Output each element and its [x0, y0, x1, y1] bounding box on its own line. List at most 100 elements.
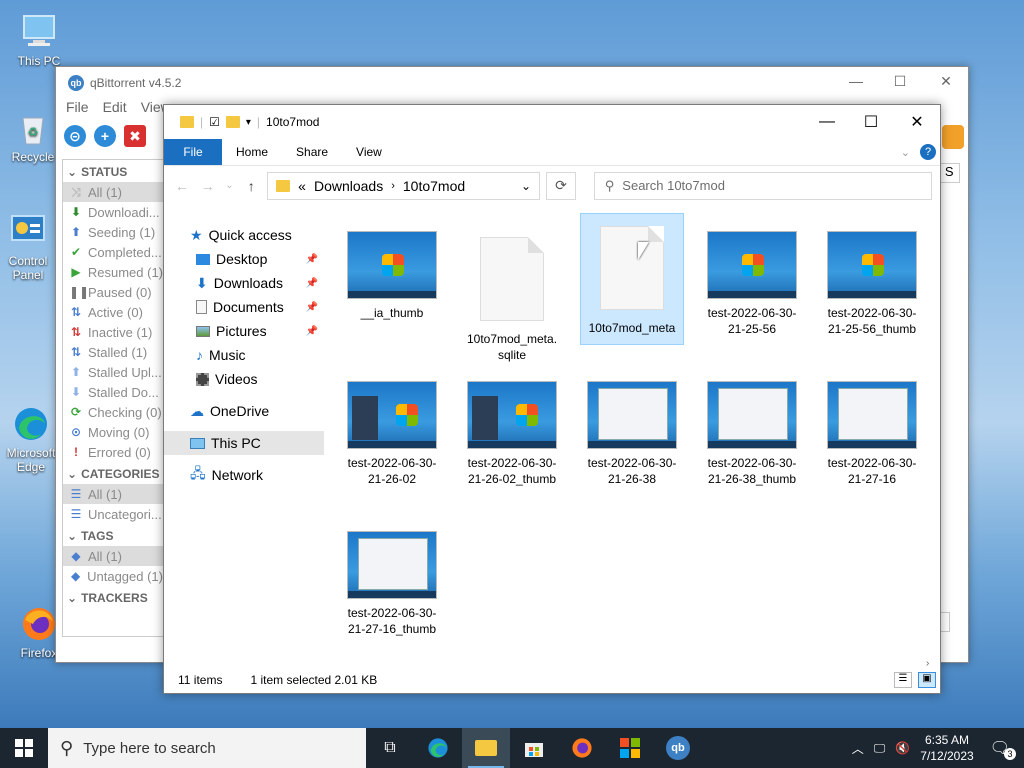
maximize-icon[interactable]: ☐ — [848, 105, 894, 139]
up-arrow-icon[interactable]: ↑ — [241, 178, 261, 194]
nav-quick-access[interactable]: ★ Quick access — [164, 223, 324, 247]
nav-network[interactable]: 🖧 Network — [164, 463, 324, 487]
taskbar-qbittorrent-icon[interactable]: qb — [654, 728, 702, 768]
status-filter-item[interactable]: ▶ Resumed (1) — [63, 262, 163, 282]
nav-onedrive[interactable]: ☁ OneDrive — [164, 399, 324, 423]
tab-home[interactable]: Home — [222, 139, 282, 165]
new-folder-icon[interactable] — [225, 116, 240, 128]
nav-videos[interactable]: Videos — [164, 367, 324, 391]
nav-pictures[interactable]: Pictures 📌 — [164, 319, 324, 343]
tags-section-header[interactable]: ⌄ TAGS — [63, 524, 163, 546]
categories-section-header[interactable]: ⌄ CATEGORIES — [63, 462, 163, 484]
status-filter-item[interactable]: ⇅ Stalled (1) — [63, 342, 163, 362]
status-filter-item[interactable]: ⬆ Stalled Upl... — [63, 362, 163, 382]
file-item[interactable]: 10to7mod_meta — [580, 213, 684, 345]
taskbar-file-explorer-icon[interactable] — [462, 728, 510, 768]
taskbar-store-icon[interactable] — [510, 728, 558, 768]
desktop-icon-edge[interactable]: Microsoft Edge — [2, 404, 60, 474]
status-filter-item[interactable]: ⬆ Seeding (1) — [63, 222, 163, 242]
refresh-icon[interactable]: ⟳ — [546, 171, 576, 200]
search-box[interactable]: ⚲ Search 10to7mod — [593, 171, 932, 200]
breadcrumb-overflow[interactable]: « — [298, 178, 306, 194]
close-icon[interactable]: ✕ — [926, 73, 966, 90]
breadcrumb-downloads[interactable]: Downloads — [314, 178, 383, 194]
status-filter-item[interactable]: ⟳ Checking (0) — [63, 402, 163, 422]
taskbar-search-box[interactable]: ⚲ Type here to search — [48, 728, 366, 768]
vertical-scrollbar[interactable]: › — [924, 213, 940, 669]
add-link-icon[interactable]: ⊝ — [64, 125, 86, 147]
windows-logo-icon — [15, 739, 33, 757]
add-torrent-icon[interactable]: + — [94, 125, 116, 147]
status-filter-item[interactable]: ⬇ Downloadi... — [63, 202, 163, 222]
status-filter-item[interactable]: ⬇ Stalled Do... — [63, 382, 163, 402]
status-filter-item[interactable]: ⊙ Moving (0) — [63, 422, 163, 442]
maximize-icon[interactable]: ☐ — [880, 73, 920, 90]
status-filter-item[interactable]: ⇅ Active (0) — [63, 302, 163, 322]
address-bar[interactable]: « Downloads › 10to7mod ⌄ — [267, 171, 541, 200]
category-uncategorized[interactable]: ☰ Uncategori... — [63, 504, 163, 524]
volume-muted-icon[interactable]: 🔇 — [895, 741, 910, 755]
delete-icon[interactable]: ✖ — [124, 125, 146, 147]
address-dropdown-icon[interactable]: ⌄ — [521, 179, 531, 193]
file-item[interactable]: __ia_thumb — [340, 213, 444, 321]
expand-ribbon-icon[interactable]: ⌄ — [901, 146, 920, 159]
qbittorrent-titlebar[interactable]: qb qBittorrent v4.5.2 — [56, 67, 968, 99]
clock[interactable]: 6:35 AM 7/12/2023 — [920, 732, 973, 764]
nav-desktop[interactable]: Desktop 📌 — [164, 247, 324, 271]
tab-file[interactable]: File — [164, 139, 222, 165]
status-filter-item[interactable]: ⤨ All (1) — [63, 182, 163, 202]
notifications-icon[interactable]: 🗨 3 — [984, 738, 1016, 760]
file-item[interactable]: test-2022-06-30-21-27-16 — [820, 363, 924, 487]
nav-music[interactable]: ♪ Music — [164, 343, 324, 367]
file-item[interactable]: test-2022-06-30-21-26-02 — [340, 363, 444, 487]
breadcrumb-10to7mod[interactable]: 10to7mod — [403, 178, 465, 194]
minimize-icon[interactable]: — — [836, 73, 876, 89]
taskbar-office-icon[interactable] — [606, 728, 654, 768]
folder-icon — [276, 179, 291, 192]
tag-untagged[interactable]: ◆ Untagged (1) — [63, 566, 163, 586]
desktop-icon-control-panel[interactable]: Control Panel — [0, 212, 56, 282]
status-filter-item[interactable]: ❚❚ Paused (0) — [63, 282, 163, 302]
network-status-icon[interactable]: 🖵 — [874, 741, 886, 756]
large-icons-view-icon[interactable]: ▣ — [918, 672, 936, 688]
properties-icon[interactable]: ☑ — [209, 115, 220, 129]
recent-locations-icon[interactable]: ⌄ — [224, 180, 236, 191]
details-view-icon[interactable]: ☰ — [894, 672, 912, 688]
taskbar-firefox-icon[interactable] — [558, 728, 606, 768]
tab-share[interactable]: Share — [282, 139, 342, 165]
file-item[interactable]: test-2022-06-30-21-25-56 — [700, 213, 804, 337]
task-view-button[interactable]: ⧉ — [366, 728, 414, 768]
file-item[interactable]: test-2022-06-30-21-25-56_thumb — [820, 213, 924, 337]
file-item[interactable]: test-2022-06-30-21-26-38 — [580, 363, 684, 487]
lock-icon[interactable] — [942, 125, 964, 149]
taskbar-edge-icon[interactable] — [414, 728, 462, 768]
close-icon[interactable]: ✕ — [894, 105, 940, 139]
desktop-icon-this-pc[interactable]: This PC — [2, 12, 76, 68]
status-section-header[interactable]: ⌄ STATUS — [63, 160, 163, 182]
forward-arrow-icon[interactable]: → — [198, 178, 218, 194]
chevron-up-icon[interactable]: ︿ — [852, 740, 864, 757]
breadcrumb-separator-icon[interactable]: › — [391, 180, 395, 192]
start-button[interactable] — [0, 728, 48, 768]
quick-access-dropdown-icon[interactable]: ▾ — [246, 117, 251, 128]
nav-documents[interactable]: Documents 📌 — [164, 295, 324, 319]
minimize-icon[interactable]: — — [804, 105, 850, 139]
help-icon[interactable]: ? — [920, 144, 936, 160]
menu-edit[interactable]: Edit — [103, 99, 127, 121]
nav-this-pc[interactable]: This PC — [164, 431, 324, 455]
file-item[interactable]: test-2022-06-30-21-26-38_thumb — [700, 363, 804, 487]
status-filter-item[interactable]: ⇅ Inactive (1) — [63, 322, 163, 342]
nav-downloads[interactable]: ⬇ Downloads 📌 — [164, 271, 324, 295]
file-explorer-window[interactable]: | ☑ ▾ | 10to7mod — ☐ ✕ File Home Share V… — [163, 104, 941, 694]
tag-all[interactable]: ◆ All (1) — [63, 546, 163, 566]
status-filter-item[interactable]: ! Errored (0) — [63, 442, 163, 462]
tab-view[interactable]: View — [342, 139, 396, 165]
file-item[interactable]: test-2022-06-30-21-27-16_thumb — [340, 513, 444, 637]
file-item[interactable]: test-2022-06-30-21-26-02_thumb — [460, 363, 564, 487]
category-all[interactable]: ☰ All (1) — [63, 484, 163, 504]
trackers-section-header[interactable]: ⌄ TRACKERS — [63, 586, 163, 608]
back-arrow-icon[interactable]: ← — [172, 178, 192, 194]
file-item[interactable]: 10to7mod_meta.sqlite — [460, 213, 564, 363]
menu-file[interactable]: File — [66, 99, 89, 121]
status-filter-item[interactable]: ✔ Completed... — [63, 242, 163, 262]
